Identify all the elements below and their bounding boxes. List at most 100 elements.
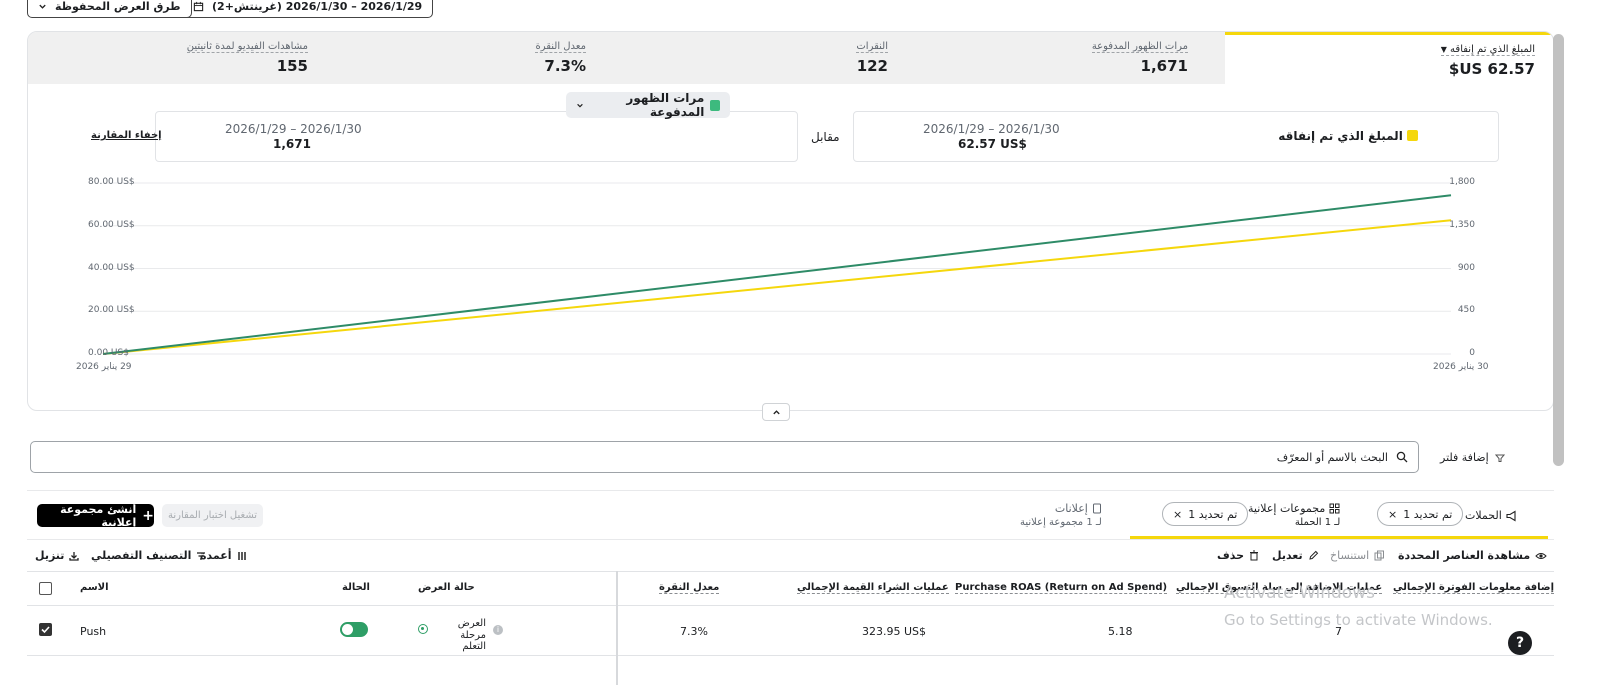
pencil-icon [1308, 550, 1318, 560]
chevron-up-icon [772, 409, 780, 414]
create-adset-label: أنشئ مجموعة إعلانية [60, 502, 137, 529]
megaphone-icon [1506, 510, 1516, 521]
add-filter-label: إضافة فلتر [1440, 451, 1489, 464]
campaigns-selected-chip[interactable]: تم تحديد 1 × [1377, 502, 1464, 526]
plus-icon: + [142, 507, 154, 524]
run-ab-test-button[interactable]: تشغيل اختبار المقارنة [162, 504, 263, 527]
export-label: تنزيل [35, 549, 65, 562]
delete-button[interactable]: حذف [1217, 549, 1259, 562]
y-right-tick-label: 900 [1457, 262, 1475, 273]
delivery-main: العرض [457, 618, 486, 629]
delivery-status-text: العرض مرحلة التعلم [436, 618, 486, 652]
campaigns-selected-label: تم تحديد 1 [1403, 507, 1453, 521]
chevron-down-icon [39, 4, 46, 9]
row-checkbox[interactable] [39, 623, 52, 636]
export-button[interactable]: تنزيل [35, 549, 80, 562]
y-left-tick-label: 60.00 US$ [88, 219, 135, 230]
secondary-series-swatch [710, 99, 720, 111]
download-icon [69, 551, 80, 561]
delivery-status-icon [418, 624, 428, 634]
y-right-tick-label: 0 [1469, 348, 1475, 358]
columns-icon [237, 551, 246, 560]
breakdown-icon [197, 551, 206, 560]
page-scrollbar[interactable] [1553, 34, 1564, 466]
y-right-tick-label: 1,800 [1449, 177, 1475, 187]
edit-label: تعديل [1272, 549, 1303, 562]
table-header-bottom-border [27, 605, 1554, 606]
grid-icon [1329, 503, 1340, 514]
create-adset-button[interactable]: + أنشئ مجموعة إعلانية [37, 502, 154, 529]
date-range-label: 2026/1/29 – 2026/1/30 (غرينتش+2) [212, 0, 423, 13]
row-roas: 5.18 [1108, 625, 1133, 638]
breakdown-button[interactable]: التصنيف التفصيلي [91, 549, 206, 562]
secondary-metric-name: مرات الظهور المدفوعة [626, 91, 705, 119]
eye-icon [1535, 552, 1547, 559]
activate-windows-subtitle: Go to Settings to activate Windows. [1224, 611, 1493, 629]
row-purchase-value: 323.95 US$ [862, 625, 927, 638]
delete-label: حذف [1217, 549, 1245, 562]
y-right-tick-label: 450 [1457, 305, 1475, 316]
y-right-tick-label: 1,350 [1449, 219, 1475, 230]
row-ctr: 7.3% [680, 625, 708, 638]
col-header-ctr[interactable]: معدل النقرة [659, 582, 720, 594]
tab-campaigns-label: الحملات [1465, 509, 1502, 522]
tab-adsets-sub: لـ 1 الحملة [1294, 517, 1341, 528]
calendar-icon [193, 1, 204, 11]
secondary-metric-dropdown[interactable]: مرات الظهور المدفوعة [566, 91, 730, 119]
duplicate-label: استنساخ [1330, 549, 1370, 562]
search-input[interactable]: البحث بالاسم أو المعرّف [30, 441, 1419, 473]
columns-button[interactable]: أعمدة [200, 549, 247, 562]
y-left-tick-label: 80.00 US$ [88, 177, 135, 187]
col-header-roas[interactable]: Purchase ROAS (Return on Ad Spend) [955, 582, 1168, 594]
col-header-delivery[interactable]: حالة العرض [418, 582, 475, 593]
tab-adsets[interactable]: مجموعات إعلانية لـ 1 الحملة [1248, 502, 1340, 528]
adsets-selected-chip[interactable]: تم تحديد 1 × [1162, 502, 1249, 526]
search-icon [1396, 451, 1408, 463]
info-icon[interactable]: i [493, 625, 503, 635]
edit-button[interactable]: تعديل [1272, 549, 1319, 562]
close-icon[interactable]: × [1388, 508, 1397, 521]
tab-ads[interactable]: إعلانات لـ 1 مجموعة إعلانية [1020, 502, 1102, 528]
search-placeholder: البحث بالاسم أو المعرّف [1276, 451, 1388, 464]
view-selected-button[interactable]: مشاهدة العناصر المحددة [1398, 549, 1547, 562]
tab-adsets-label: مجموعات إعلانية [1248, 502, 1326, 515]
tab-ads-label: إعلانات [1054, 502, 1088, 515]
view-selected-label: مشاهدة العناصر المحددة [1398, 549, 1531, 562]
adsets-selected-label: تم تحديد 1 [1188, 507, 1238, 521]
chevron-down-icon [577, 103, 583, 108]
filter-icon [1494, 454, 1505, 462]
table-row-border [27, 655, 1554, 656]
ad-icon [1092, 503, 1101, 514]
frozen-column-divider [616, 571, 618, 685]
col-header-status[interactable]: الحالة [342, 582, 370, 593]
series-line-impressions [102, 194, 1452, 355]
duplicate-icon [1374, 550, 1385, 561]
select-all-checkbox[interactable] [39, 582, 52, 595]
date-range-button[interactable]: 2026/1/29 – 2026/1/30 (غرينتش+2) [182, 0, 434, 18]
saved-views-label: طرق العرض المحفوظة [55, 0, 181, 13]
x-tick-label: 30 يناير 2026 [1433, 362, 1489, 372]
metrics-card: المبلغ الذي تم إنفاقه ▼ 62.57 US$ مرات ا… [27, 31, 1554, 411]
series-line-spend [102, 219, 1452, 355]
x-tick-label: 29 يناير 2026 [76, 362, 132, 372]
add-filter-button[interactable]: إضافة فلتر [1440, 451, 1505, 464]
close-icon[interactable]: × [1173, 508, 1182, 521]
toolbar-divider [27, 539, 1554, 540]
help-icon[interactable]: ? [1508, 631, 1532, 655]
saved-views-button[interactable]: طرق العرض المحفوظة [27, 0, 192, 18]
run-ab-test-label: تشغيل اختبار المقارنة [167, 510, 258, 521]
activate-windows-title: Activate Windows [1224, 583, 1375, 603]
y-left-tick-label: 20.00 US$ [88, 305, 135, 316]
duplicate-button[interactable]: استنساخ [1330, 549, 1385, 562]
col-header-purchase-value[interactable]: عمليات الشراء القيمة الإجمالي [797, 582, 949, 594]
delivery-sub: مرحلة التعلم [460, 630, 486, 652]
col-header-add-payment[interactable]: إضافة معلومات الفوترة الإجمالي [1393, 582, 1555, 594]
trash-icon [1250, 550, 1259, 561]
tab-campaigns[interactable]: الحملات [1465, 509, 1518, 522]
col-header-name[interactable]: الاسم [80, 582, 109, 593]
row-name[interactable]: Push [80, 625, 106, 638]
row-status-toggle[interactable] [340, 622, 368, 637]
tab-ads-sub: لـ 1 مجموعة إعلانية [1020, 517, 1102, 528]
table-header-top-border [27, 571, 1554, 572]
collapse-chart-button[interactable] [762, 403, 790, 421]
